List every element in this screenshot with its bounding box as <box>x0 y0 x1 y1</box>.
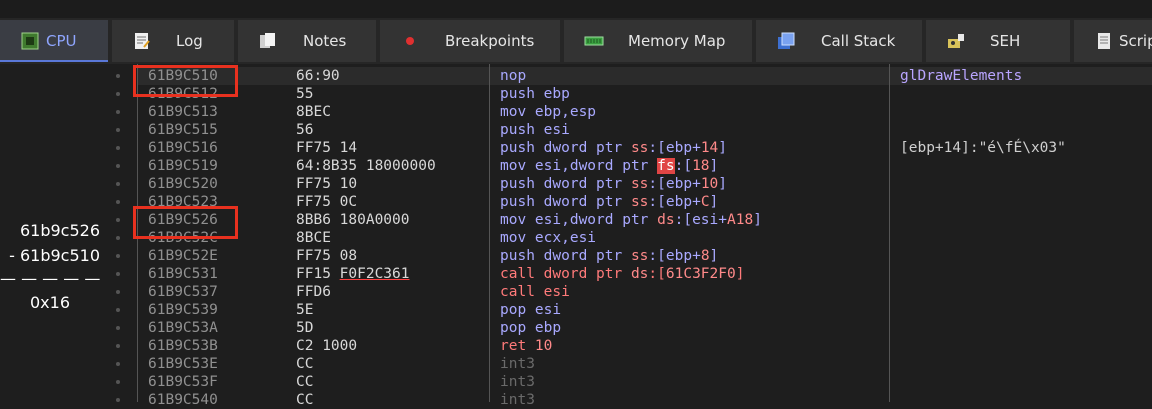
row-disassembly: mov ecx,esi <box>500 230 597 246</box>
row-disassembly: mov esi,dword ptr fs:[18] <box>500 158 719 174</box>
tab-label: Breakpoints <box>445 32 535 50</box>
row-disassembly: call dword ptr ds:[61C3F2F0] <box>500 266 745 282</box>
row-bytes: FF15 F0F2C361 <box>296 266 410 282</box>
row-bytes: FF75 14 <box>296 140 358 156</box>
title-strip <box>0 0 1152 18</box>
row-bytes: 8BEC <box>296 104 331 120</box>
row-bytes: 8BB6 180A0000 <box>296 212 410 228</box>
row-address: 61B9C537 <box>148 284 218 300</box>
row-address: 61B9C53F <box>148 374 218 390</box>
row-disassembly: int3 <box>500 356 535 372</box>
row-address: 61B9C539 <box>148 302 218 318</box>
row-disassembly: push dword ptr ss:[ebp+14] <box>500 140 728 156</box>
disassembly-row[interactable]: 61B9C53B C2 1000 ret 10 <box>0 337 1152 355</box>
row-disassembly: nop <box>500 68 527 84</box>
row-comment: [ebp+14]:"é\fÉ\x03" <box>900 140 1066 156</box>
row-bytes: 8BCE <box>296 230 331 246</box>
seh-icon <box>946 31 966 51</box>
row-address: 61B9C513 <box>148 104 218 120</box>
row-disassembly: ret 10 <box>500 338 553 354</box>
row-disassembly: push esi <box>500 122 570 138</box>
row-disassembly: mov esi,dword ptr ds:[esi+A18] <box>500 212 762 228</box>
disassembly-row[interactable]: 61B9C520 FF75 10 push dword ptr ss:[ebp+10… <box>0 175 1152 193</box>
memory-map-icon <box>584 31 604 51</box>
row-address: 61B9C53A <box>148 320 218 336</box>
row-address: 61B9C516 <box>148 140 218 156</box>
row-bytes: 55 <box>296 86 314 102</box>
highlight-box-start-address <box>133 65 238 97</box>
tab-call-stack[interactable]: Call Stack <box>756 20 922 62</box>
row-bytes: CC <box>296 356 314 372</box>
row-comment: glDrawElements <box>900 68 1023 84</box>
disassembly-row[interactable]: 61B9C53F CC int3 <box>0 373 1152 391</box>
highlight-box-end-address <box>133 206 238 239</box>
row-address: 61B9C520 <box>148 176 218 192</box>
disassembly-row[interactable]: 61B9C52E FF75 08 push dword ptr ss:[ebp+8] <box>0 247 1152 265</box>
row-bytes: 56 <box>296 122 314 138</box>
row-bytes: FF75 10 <box>296 176 358 192</box>
row-disassembly: pop esi <box>500 302 562 318</box>
row-disassembly: mov ebp,esp <box>500 104 597 120</box>
breakpoint-dot-icon <box>400 31 420 51</box>
disassembly-row[interactable]: 61B9C519 64:8B35 18000000 mov esi,dword pt… <box>0 157 1152 175</box>
tab-label: CPU <box>46 32 77 50</box>
row-bytes: 5E <box>296 302 314 318</box>
disassembly-row[interactable]: 61B9C53E CC int3 <box>0 355 1152 373</box>
row-disassembly: push dword ptr ss:[ebp+10] <box>500 176 728 192</box>
disassembly-row[interactable]: 61B9C53A 5D pop ebp <box>0 319 1152 337</box>
row-disassembly: pop ebp <box>500 320 562 336</box>
notes-icon <box>258 31 278 51</box>
row-disassembly: push dword ptr ss:[ebp+C] <box>500 194 719 210</box>
row-disassembly: push ebp <box>500 86 570 102</box>
row-bytes: FFD6 <box>296 284 331 300</box>
tab-label: Script <box>1119 32 1152 50</box>
row-address: 61B9C53B <box>148 338 218 354</box>
tab-label: Notes <box>303 32 347 50</box>
tab-label: Memory Map <box>628 32 726 50</box>
row-bytes: 5D <box>296 320 314 336</box>
log-icon <box>132 31 152 51</box>
tab-seh[interactable]: SEH <box>926 20 1070 62</box>
tab-label: Log <box>176 32 203 50</box>
call-stack-icon <box>776 31 796 51</box>
disassembly-row[interactable]: 61B9C516 FF75 14 push dword ptr ss:[ebp+14… <box>0 139 1152 157</box>
row-address: 61B9C52E <box>148 248 218 264</box>
row-bytes: 66:90 <box>296 68 340 84</box>
row-bytes: C2 1000 <box>296 338 358 354</box>
tab-breakpoints[interactable]: Breakpoints <box>380 20 560 62</box>
tab-notes[interactable]: Notes <box>238 20 376 62</box>
disassembly-row[interactable]: 61B9C531 FF15 F0F2C361 call dword ptr ds:[… <box>0 265 1152 283</box>
row-bytes: FF75 08 <box>296 248 358 264</box>
row-bytes: 64:8B35 18000000 <box>296 158 436 174</box>
tab-bar: CPU Log Notes Breakpoints Memory Map Call Sta… <box>0 18 1152 64</box>
row-bytes: CC <box>296 392 314 408</box>
disassembly-row[interactable]: 61B9C513 8BEC mov ebp,esp <box>0 103 1152 121</box>
disassembly-row[interactable]: 61B9C539 5E pop esi <box>0 301 1152 319</box>
row-bytes: CC <box>296 374 314 390</box>
tab-script[interactable]: Script <box>1074 20 1152 62</box>
tab-label: SEH <box>990 32 1021 50</box>
row-disassembly: call esi <box>500 284 570 300</box>
row-disassembly: push dword ptr ss:[ebp+8] <box>500 248 719 264</box>
row-address: 61B9C531 <box>148 266 218 282</box>
tab-memory-map[interactable]: Memory Map <box>564 20 752 62</box>
row-address: 61B9C540 <box>148 392 218 408</box>
disassembly-row[interactable]: 61B9C540 CC int3 <box>0 391 1152 409</box>
disassembly-row[interactable]: 61B9C537 FFD6 call esi <box>0 283 1152 301</box>
disassembly-row[interactable]: 61B9C515 56 push esi <box>0 121 1152 139</box>
row-address: 61B9C519 <box>148 158 218 174</box>
row-address: 61B9C515 <box>148 122 218 138</box>
tab-cpu[interactable]: CPU <box>0 20 108 62</box>
row-disassembly: int3 <box>500 374 535 390</box>
row-disassembly: int3 <box>500 392 535 408</box>
tab-label: Call Stack <box>821 32 896 50</box>
tab-log[interactable]: Log <box>112 20 234 62</box>
row-bytes: FF75 0C <box>296 194 358 210</box>
row-address: 61B9C53E <box>148 356 218 372</box>
script-icon <box>1094 31 1114 51</box>
cpu-icon <box>20 31 40 51</box>
